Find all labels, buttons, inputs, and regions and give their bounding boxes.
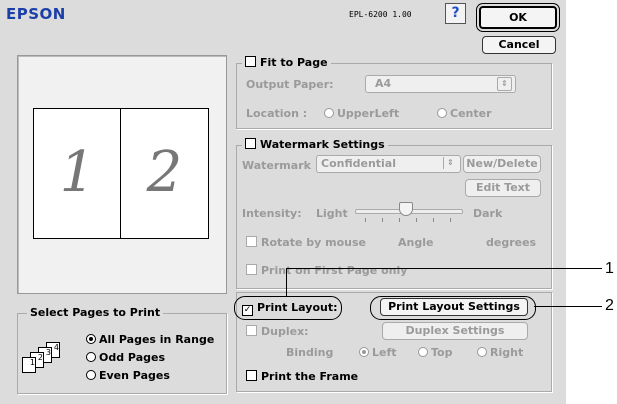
location-center-radio[interactable]: Center — [437, 107, 492, 120]
driver-version: EPL-6200 1.00 — [349, 10, 412, 19]
select-arrows-icon: ⇕ — [497, 77, 512, 91]
dialog-window: EPSON EPL-6200 1.00 ? OK Cancel 1 2 Fit … — [0, 0, 566, 404]
duplex-settings-button[interactable]: Duplex Settings — [382, 322, 528, 340]
binding-top-radio[interactable]: Top — [418, 346, 452, 359]
first-page-only-checkbox[interactable]: Print on First Page only — [246, 264, 407, 277]
intensity-slider[interactable] — [355, 202, 463, 223]
output-paper-label: Output Paper: — [246, 78, 334, 91]
callout-2-leader — [534, 306, 602, 307]
cancel-button[interactable]: Cancel — [482, 36, 556, 54]
odd-pages-radio[interactable]: Odd Pages — [86, 351, 165, 364]
layout-preview: 1 2 — [17, 55, 227, 294]
watermark-settings-label: Watermark Settings — [260, 138, 385, 151]
watermark-check[interactable] — [245, 138, 256, 149]
preview-page-1: 1 — [33, 108, 122, 239]
angle-label: Angle — [398, 236, 434, 249]
fit-to-page-label: Fit to Page — [260, 56, 328, 69]
callout-1-leader — [286, 268, 602, 269]
fit-to-page-checkbox[interactable]: Fit to Page — [242, 56, 331, 69]
page-number-2: 2 — [146, 140, 183, 205]
preview-page-2: 2 — [120, 108, 209, 239]
duplex-checkbox[interactable]: Duplex: — [246, 325, 309, 338]
intensity-label: Intensity: — [242, 207, 302, 220]
even-pages-radio[interactable]: Even Pages — [86, 369, 170, 382]
callout-1-leader-vertical — [286, 268, 287, 296]
watermark-select[interactable]: Confidential ⇕ — [316, 155, 461, 173]
select-pages-title: Select Pages to Print — [27, 306, 164, 319]
slider-thumb[interactable] — [399, 202, 413, 216]
output-paper-value: A4 — [375, 77, 392, 90]
page-stack-icon: 4 3 2 1 — [22, 342, 74, 376]
fit-to-page-check[interactable] — [245, 56, 256, 67]
output-paper-select[interactable]: A4 ⇕ — [365, 75, 516, 93]
brand-logo: EPSON — [6, 5, 66, 23]
watermark-label: Watermark : — [242, 159, 320, 172]
callout-2: 2 — [605, 297, 614, 314]
all-pages-radio[interactable]: All Pages in Range — [86, 333, 214, 346]
location-upperleft-radio[interactable]: UpperLeft — [324, 107, 399, 120]
watermark-checkbox[interactable]: Watermark Settings — [242, 138, 388, 151]
intensity-dark-label: Dark — [473, 207, 503, 220]
location-label: Location : — [246, 107, 308, 120]
print-layout-settings-button[interactable]: Print Layout Settings — [380, 298, 528, 316]
binding-label: Binding — [286, 346, 334, 359]
print-frame-checkbox[interactable]: Print the Frame — [246, 370, 358, 383]
print-layout-checkbox[interactable]: ✓ Print Layout: — [242, 301, 338, 316]
callout-1: 1 — [605, 260, 614, 277]
degrees-label: degrees — [486, 236, 537, 249]
binding-left-radio[interactable]: Left — [359, 346, 397, 359]
page-number-1: 1 — [59, 140, 96, 205]
select-arrows-icon: ⇕ — [443, 157, 457, 169]
help-icon[interactable]: ? — [445, 3, 466, 24]
edit-text-button[interactable]: Edit Text — [465, 179, 541, 197]
new-delete-button[interactable]: New/Delete — [463, 155, 541, 173]
binding-right-radio[interactable]: Right — [477, 346, 523, 359]
watermark-value: Confidential — [321, 157, 397, 170]
rotate-by-mouse-checkbox[interactable]: Rotate by mouse — [246, 236, 366, 249]
intensity-light-label: Light — [316, 207, 348, 220]
ok-button[interactable]: OK — [479, 6, 557, 29]
